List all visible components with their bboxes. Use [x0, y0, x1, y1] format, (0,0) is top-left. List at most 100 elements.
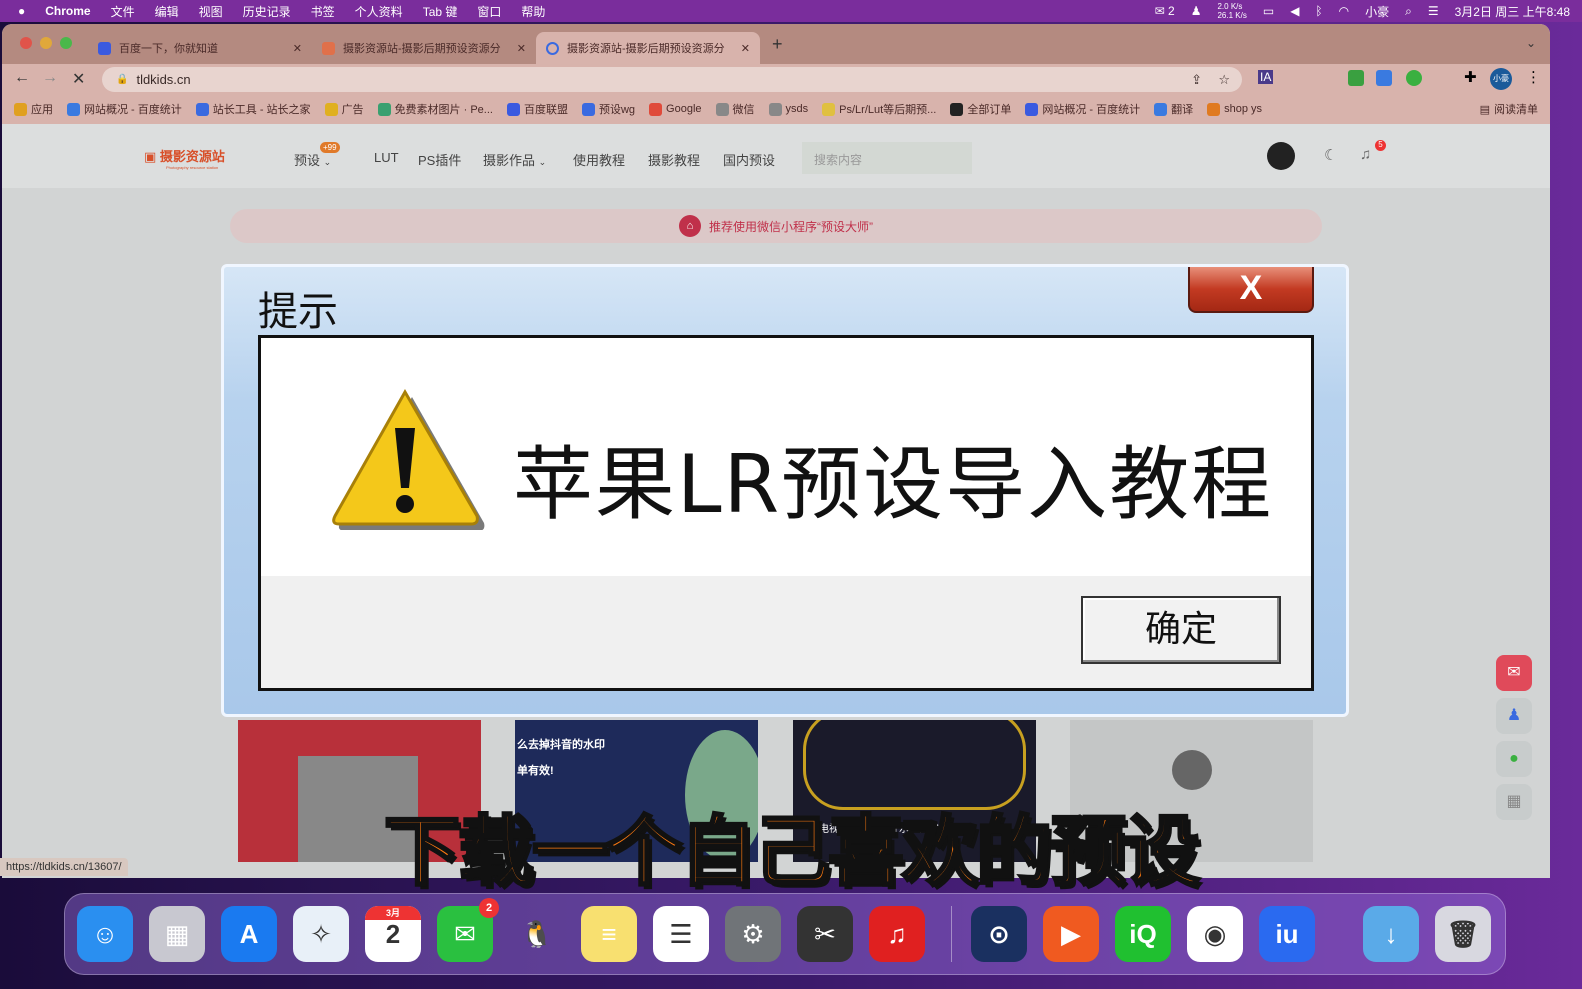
- dock-infuse-icon[interactable]: ▶: [1043, 906, 1099, 962]
- bell-icon[interactable]: ♫: [1360, 146, 1371, 163]
- menu-view[interactable]: 视图: [199, 3, 223, 20]
- bookmark-item[interactable]: 应用: [14, 101, 53, 117]
- dock-trash-icon[interactable]: 🗑: [1435, 906, 1491, 962]
- menu-edit[interactable]: 编辑: [155, 3, 179, 20]
- close-window-button[interactable]: [20, 37, 32, 49]
- dock-final-cut-pro-icon[interactable]: ✂: [797, 906, 853, 962]
- dock-reminders-icon[interactable]: ☰: [653, 906, 709, 962]
- dark-mode-moon-icon[interactable]: ☾: [1324, 146, 1337, 164]
- dock-launchpad-icon[interactable]: ▦: [149, 906, 205, 962]
- close-tab-icon[interactable]: ✕: [741, 42, 750, 55]
- nav-works[interactable]: 摄影作品 ⌄: [483, 150, 546, 169]
- bookmark-item[interactable]: 预设wg: [581, 101, 635, 117]
- bookmark-item[interactable]: 网站概况 - 百度统计: [1025, 101, 1140, 117]
- nav-photo-tutorial[interactable]: 摄影教程: [648, 150, 700, 169]
- menu-help[interactable]: 帮助: [521, 3, 545, 20]
- share-icon[interactable]: ⇪: [1191, 72, 1202, 88]
- menu-history[interactable]: 历史记录: [243, 3, 291, 20]
- dialog-close-button[interactable]: X: [1188, 267, 1314, 313]
- profile-avatar[interactable]: 小豪: [1490, 68, 1512, 90]
- bookmark-item[interactable]: Ps/Lr/Lut等后期预...: [822, 101, 936, 117]
- close-tab-icon[interactable]: ✕: [293, 42, 302, 55]
- close-tab-icon[interactable]: ✕: [517, 42, 526, 55]
- dock-app-store-icon[interactable]: A: [221, 906, 277, 962]
- site-logo[interactable]: ▣ 摄影资源站 Photography resource station: [144, 146, 225, 170]
- menu-window[interactable]: 窗口: [477, 3, 501, 20]
- apple-icon[interactable]: ●: [18, 4, 25, 18]
- nav-usage-tutorial[interactable]: 使用教程: [573, 150, 625, 169]
- dock-system-preferences-icon[interactable]: ⚙: [725, 906, 781, 962]
- bookmark-item[interactable]: Google: [649, 102, 702, 116]
- menu-profile[interactable]: 个人资料: [355, 3, 403, 20]
- battery-icon[interactable]: ▭: [1263, 4, 1274, 18]
- wechat-button[interactable]: ●: [1496, 741, 1532, 777]
- control-center-icon[interactable]: ☰: [1428, 4, 1439, 18]
- datetime[interactable]: 3月2日 周三 上午8:48: [1455, 3, 1570, 20]
- bookmark-item[interactable]: 微信: [715, 101, 755, 117]
- address-bar[interactable]: 🔒 tldkids.cn ⇪ ☆: [102, 67, 1242, 92]
- user-avatar[interactable]: [1267, 142, 1295, 170]
- ok-button[interactable]: 确定: [1081, 596, 1281, 664]
- new-tab-button[interactable]: +: [772, 34, 783, 55]
- spotlight-icon[interactable]: ⌕: [1405, 4, 1412, 19]
- user-name[interactable]: 小豪: [1365, 3, 1389, 20]
- bookmark-icon: [581, 102, 595, 116]
- tab-search-chevron-icon[interactable]: ⌄: [1526, 36, 1536, 50]
- minimize-window-button[interactable]: [40, 37, 52, 49]
- nav-domestic-presets[interactable]: 国内预设: [723, 150, 775, 169]
- extensions-puzzle-icon[interactable]: ✚: [1464, 68, 1477, 86]
- extension-y-icon[interactable]: [1406, 70, 1422, 86]
- bookmark-item[interactable]: 免费素材图片 · Pe...: [377, 101, 493, 117]
- bookmark-item[interactable]: shop ys: [1207, 102, 1262, 116]
- dock-finder-icon[interactable]: ☺: [77, 906, 133, 962]
- reading-list[interactable]: ▤ 阅读清单: [1480, 101, 1538, 117]
- tab-site-1[interactable]: 摄影资源站-摄影后期预设资源分 ✕: [312, 32, 536, 64]
- qq-button[interactable]: ♟: [1496, 698, 1532, 734]
- dock-calendar-icon[interactable]: 3月 2: [365, 906, 421, 962]
- tab-baidu[interactable]: 百度一下，你就知道 ✕: [88, 32, 312, 64]
- dock-steam-icon[interactable]: ⊙: [971, 906, 1027, 962]
- dock-iqiyi-icon[interactable]: iQ: [1115, 906, 1171, 962]
- wechat-status-icon[interactable]: ✉ 2: [1155, 4, 1175, 18]
- promo-banner[interactable]: ⌂ 推荐使用微信小程序“预设大师”: [230, 209, 1322, 243]
- menu-bookmarks[interactable]: 书签: [311, 3, 335, 20]
- dock-netease-music-icon[interactable]: ♫: [869, 906, 925, 962]
- chrome-menu-icon[interactable]: ⋮: [1526, 68, 1541, 86]
- stop-loading-button[interactable]: ✕: [72, 69, 85, 89]
- dock-qq-icon[interactable]: 🐧: [509, 906, 565, 962]
- star-icon[interactable]: ☆: [1218, 72, 1230, 88]
- dock-safari-icon[interactable]: ✧: [293, 906, 349, 962]
- bookmark-item[interactable]: 全部订单: [950, 101, 1011, 117]
- bookmark-item[interactable]: 广告: [324, 101, 364, 117]
- bluetooth-icon[interactable]: ᛒ: [1315, 4, 1322, 18]
- forward-button[interactable]: →: [42, 69, 58, 87]
- menu-app-name[interactable]: Chrome: [45, 4, 90, 18]
- bookmark-item[interactable]: 网站概况 - 百度统计: [67, 101, 182, 117]
- chat-button[interactable]: ✉: [1496, 655, 1532, 691]
- bookmark-icon: [649, 102, 663, 116]
- bookmark-item[interactable]: 翻译: [1154, 101, 1193, 117]
- maximize-window-button[interactable]: [60, 37, 72, 49]
- nav-lut[interactable]: LUT: [374, 150, 399, 165]
- extension-ia-icon[interactable]: IA: [1258, 70, 1274, 84]
- alert-dialog: 提示 X 苹果LR预设导入教程 确定: [221, 264, 1349, 717]
- menu-tab[interactable]: Tab 键: [423, 3, 458, 20]
- bookmark-item[interactable]: 百度联盟: [506, 101, 568, 117]
- dock-notes-icon[interactable]: ≡: [581, 906, 637, 962]
- wifi-icon[interactable]: ◠: [1339, 4, 1349, 18]
- dock-iu-app-icon[interactable]: iu: [1259, 906, 1315, 962]
- dock-downloads-icon[interactable]: ↓: [1363, 906, 1419, 962]
- menu-file[interactable]: 文件: [111, 3, 135, 20]
- extension-translate-icon[interactable]: [1376, 70, 1392, 86]
- nav-ps-plugins[interactable]: PS插件: [418, 150, 461, 169]
- volume-icon[interactable]: ◀: [1290, 4, 1299, 18]
- search-input[interactable]: 搜索内容: [802, 142, 972, 174]
- bookmark-item[interactable]: 站长工具 - 站长之家: [195, 101, 311, 117]
- extension-green-icon[interactable]: [1348, 70, 1364, 86]
- back-button[interactable]: ←: [14, 69, 30, 87]
- qq-status-icon[interactable]: ♟: [1191, 4, 1202, 18]
- bookmark-item[interactable]: ysds: [768, 102, 808, 116]
- dock-wechat-icon[interactable]: ✉ 2: [437, 898, 499, 962]
- tab-site-2-active[interactable]: 摄影资源站-摄影后期预设资源分 ✕: [536, 32, 760, 64]
- dock-chrome-icon[interactable]: ◉: [1187, 906, 1243, 962]
